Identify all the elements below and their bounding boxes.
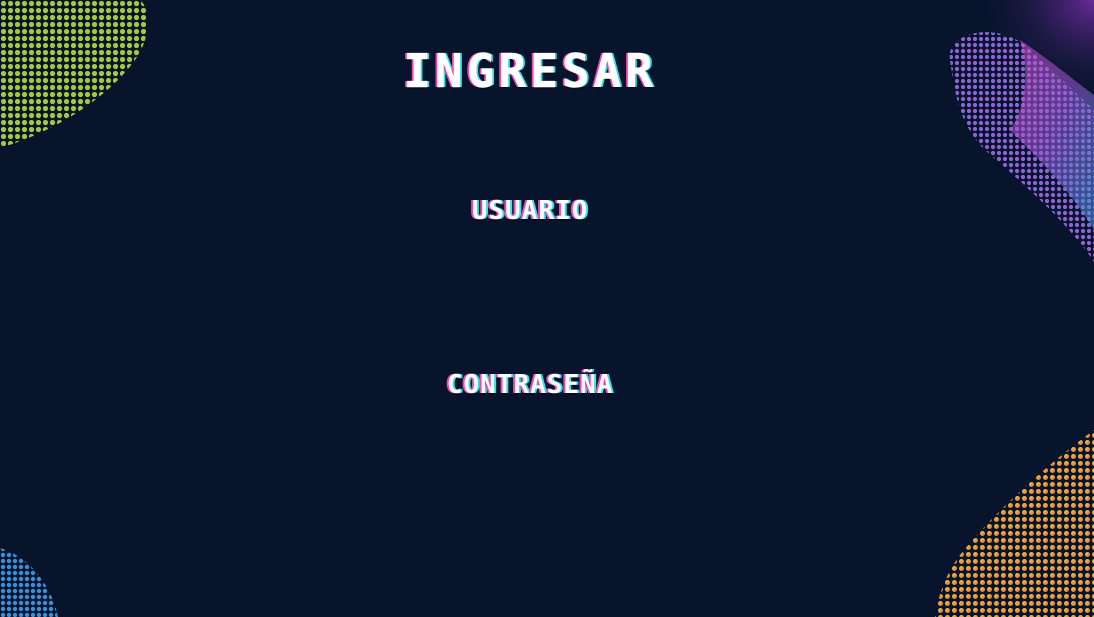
username-input[interactable] — [380, 248, 684, 284]
halftone-orange-blob-decoration — [935, 430, 1094, 617]
page-title: INGRESAR — [403, 44, 657, 99]
password-label: CONTRASEÑA — [446, 370, 614, 400]
password-input[interactable] — [380, 422, 684, 458]
halftone-blue-blob-decoration — [0, 548, 58, 617]
username-label: USUARIO — [471, 196, 589, 226]
halftone-gradient-stroke-decoration — [949, 0, 1094, 262]
